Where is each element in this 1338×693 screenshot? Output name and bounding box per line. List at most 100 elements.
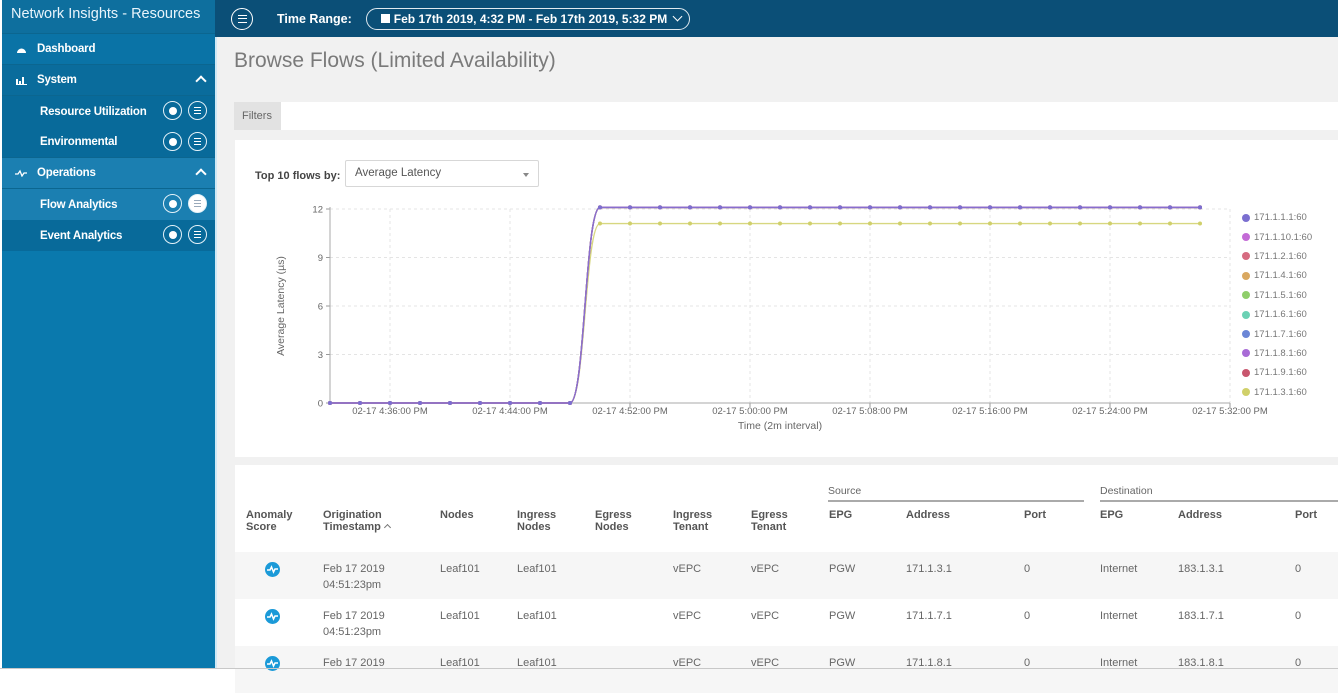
data-point <box>568 401 572 405</box>
legend-label: 171.1.6.1:60 <box>1254 309 1307 321</box>
legend-marker-icon <box>1242 388 1250 397</box>
sidebar-group-operations[interactable]: Operations <box>2 158 215 189</box>
legend-item[interactable]: 171.1.10.1:60 <box>1242 227 1312 246</box>
data-point <box>838 205 842 210</box>
cell-source-port: 0 <box>1024 610 1031 622</box>
legend-item[interactable]: 171.1.8.1:60 <box>1242 344 1312 363</box>
data-point <box>418 401 422 405</box>
sidebar-item-flow-analytics[interactable]: Flow Analytics <box>2 189 215 220</box>
cell-nodes: Leaf101 <box>440 610 480 622</box>
cell-source-address: 171.1.3.1 <box>906 563 952 575</box>
menu-button[interactable] <box>231 7 253 30</box>
series-line <box>330 206 1200 404</box>
legend-marker-icon <box>1242 252 1250 261</box>
legend-item[interactable]: 171.1.4.1:60 <box>1242 266 1312 285</box>
legend-item[interactable]: 171.1.1.1:60 <box>1242 208 1312 227</box>
data-point <box>928 205 932 210</box>
y-tick-label: 0 <box>318 399 323 410</box>
legend-item[interactable]: 171.1.3.1:60 <box>1242 383 1312 402</box>
table-row[interactable]: Feb 17 2019 04:51:23pm Leaf101 Leaf101 vEPC v… <box>235 599 1338 646</box>
column-header-anomaly-score[interactable]: Anomaly Score <box>246 509 292 533</box>
x-tick-label: 02-17 5:00:00 PM <box>712 406 788 417</box>
filters-bar[interactable]: Filters <box>234 102 1338 130</box>
data-point <box>748 205 752 210</box>
column-header-source-port[interactable]: Port <box>1024 509 1046 522</box>
anomaly-score-icon[interactable] <box>265 562 280 577</box>
dashboard-view-icon[interactable] <box>163 132 182 151</box>
time-range-picker[interactable]: Feb 17th 2019, 4:32 PM - Feb 17th 2019, … <box>365 7 691 30</box>
cell-destination-port: 0 <box>1295 563 1302 575</box>
y-axis-label: Average Latency (µs) <box>275 256 287 356</box>
legend-item[interactable]: 171.1.5.1:60 <box>1242 286 1312 305</box>
table-row[interactable]: Feb 17 2019 04:51:23pm Leaf101 Leaf101 vEPC v… <box>235 552 1338 599</box>
data-point <box>1108 205 1112 210</box>
sidebar-item-environmental[interactable]: Environmental <box>2 127 215 158</box>
chevron-up-icon[interactable] <box>195 75 207 87</box>
filters-tab[interactable]: Filters <box>234 102 281 130</box>
anomaly-score-icon[interactable] <box>265 609 280 624</box>
column-header-nodes[interactable]: Nodes <box>440 509 474 522</box>
series-line <box>330 206 1200 404</box>
legend-label: 171.1.1.1:60 <box>1254 212 1307 224</box>
series-line <box>330 206 1200 404</box>
group-header-destination: Destination <box>1100 485 1338 502</box>
menu-icon <box>237 14 247 23</box>
column-header-egress-tenant[interactable]: Egress Tenant <box>751 509 788 533</box>
data-point <box>808 205 812 210</box>
data-point <box>688 205 692 210</box>
data-point <box>688 221 692 226</box>
dashboard-view-icon[interactable] <box>163 225 182 244</box>
list-view-icon[interactable] <box>188 225 207 244</box>
column-header-egress-nodes[interactable]: Egress Nodes <box>595 509 632 533</box>
dashboard-view-icon[interactable] <box>163 194 182 213</box>
data-point <box>658 221 662 226</box>
legend-marker-icon <box>1242 213 1250 222</box>
sidebar-item-label: Operations <box>37 167 96 179</box>
sidebar-item-label: System <box>37 74 77 86</box>
column-header-destination-address[interactable]: Address <box>1178 509 1222 522</box>
chart-card: Top 10 flows by: Average Latency 0 3 6 9 12 0… <box>235 140 1338 457</box>
time-range-value: Feb 17th 2019, 4:32 PM - Feb 17th 2019, … <box>393 11 668 26</box>
sidebar-item-resource-utilization[interactable]: Resource Utilization <box>2 96 215 127</box>
table-row[interactable]: Feb 17 2019 Leaf101 Leaf101 vEPC vEPC PGW 171.… <box>235 646 1338 693</box>
series-line <box>330 206 1200 404</box>
legend-item[interactable]: 171.1.2.1:60 <box>1242 247 1312 266</box>
data-point <box>808 221 812 226</box>
sidebar-item-label: Flow Analytics <box>40 198 118 211</box>
data-point <box>358 401 362 405</box>
legend-item[interactable]: 171.1.9.1:60 <box>1242 363 1312 382</box>
data-point <box>1138 205 1142 210</box>
sidebar-item-event-analytics[interactable]: Event Analytics <box>2 220 215 251</box>
data-point <box>628 221 632 226</box>
latency-chart: 0 3 6 9 12 02-17 4:36:00 PM 02-17 4:44:00 PM 02… <box>275 205 1268 433</box>
flows-table: Source Destination Anomaly Score Originat… <box>235 465 1338 693</box>
cell-destination-address: 183.1.3.1 <box>1178 563 1224 575</box>
legend-item[interactable]: 171.1.6.1:60 <box>1242 305 1312 324</box>
legend-marker-icon <box>1242 271 1250 280</box>
column-header-destination-port[interactable]: Port <box>1295 509 1317 522</box>
list-view-icon[interactable] <box>188 132 207 151</box>
column-header-ingress-nodes[interactable]: Ingress Nodes <box>517 509 556 533</box>
cell-ingress-nodes: Leaf101 <box>517 563 557 575</box>
main-content: Browse Flows (Limited Availability) Filt… <box>215 37 1338 693</box>
sidebar-group-system[interactable]: System <box>2 65 215 96</box>
column-header-origination-timestamp[interactable]: Origination Timestamp <box>323 509 391 533</box>
data-point <box>1078 205 1082 210</box>
legend-label: 171.1.8.1:60 <box>1254 347 1307 359</box>
data-point <box>508 401 512 405</box>
column-header-source-address[interactable]: Address <box>906 509 950 522</box>
sidebar-item-dashboard[interactable]: Dashboard <box>2 34 215 65</box>
time-range-label: Time Range: <box>277 11 352 26</box>
dashboard-view-icon[interactable] <box>163 101 182 120</box>
x-axis-label: Time (2m interval) <box>738 420 822 432</box>
list-view-icon[interactable] <box>188 101 207 120</box>
legend-item[interactable]: 171.1.7.1:60 <box>1242 324 1312 343</box>
column-header-destination-epg[interactable]: EPG <box>1100 509 1123 522</box>
list-view-icon[interactable] <box>188 194 207 213</box>
column-header-ingress-tenant[interactable]: Ingress Tenant <box>673 509 712 533</box>
chevron-up-icon[interactable] <box>195 168 207 180</box>
legend-marker-icon <box>1242 291 1250 300</box>
data-point <box>328 401 332 405</box>
page-title: Browse Flows (Limited Availability) <box>234 49 556 72</box>
column-header-source-epg[interactable]: EPG <box>829 509 852 522</box>
